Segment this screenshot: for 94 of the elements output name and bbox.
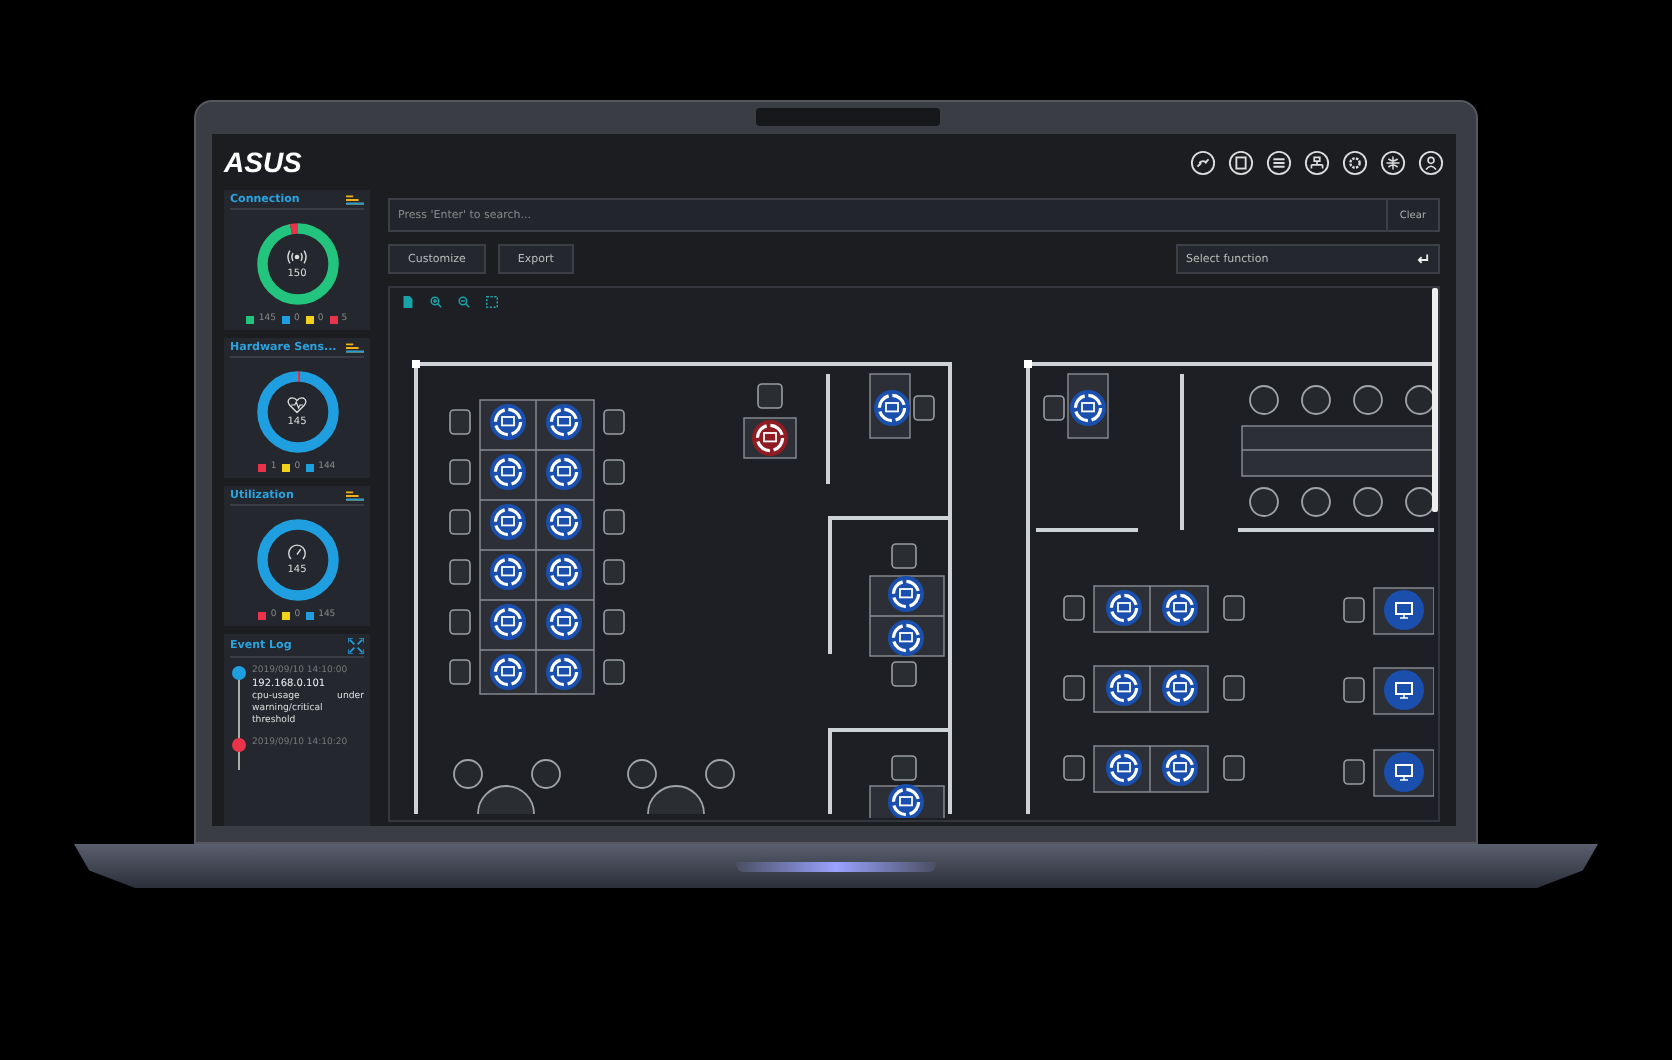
workstation-icon[interactable] bbox=[888, 620, 924, 656]
monitor-icon[interactable] bbox=[1384, 670, 1424, 710]
chair bbox=[449, 509, 471, 535]
chair bbox=[603, 509, 625, 535]
chair bbox=[449, 609, 471, 635]
workstation-icon[interactable] bbox=[1162, 670, 1198, 706]
globe-icon[interactable] bbox=[1380, 149, 1406, 175]
workstation-icon[interactable] bbox=[1106, 670, 1142, 706]
chair bbox=[757, 383, 783, 409]
chair bbox=[603, 559, 625, 585]
chair bbox=[1063, 675, 1085, 701]
select-area-icon[interactable] bbox=[486, 296, 498, 308]
workstation-icon[interactable] bbox=[490, 454, 526, 490]
chair bbox=[603, 609, 625, 635]
workstation-icon[interactable] bbox=[888, 576, 924, 612]
round-chair bbox=[453, 759, 483, 789]
chair bbox=[891, 543, 917, 569]
ring-gauge bbox=[251, 366, 343, 458]
round-chair bbox=[1301, 487, 1331, 517]
round-chair bbox=[1249, 385, 1279, 415]
zoom-in-icon[interactable] bbox=[430, 296, 442, 308]
workstation-icon[interactable] bbox=[546, 454, 582, 490]
chair bbox=[603, 409, 625, 435]
workstation-icon[interactable] bbox=[1106, 750, 1142, 786]
speedometer-icon bbox=[286, 544, 308, 562]
workstation-icon[interactable] bbox=[752, 420, 788, 456]
workstation-icon[interactable] bbox=[888, 784, 924, 818]
chair bbox=[1343, 677, 1365, 703]
ring-gauge bbox=[251, 514, 343, 606]
chair bbox=[603, 659, 625, 685]
workstation-icon[interactable] bbox=[546, 654, 582, 690]
chair bbox=[603, 459, 625, 485]
workstation-icon[interactable] bbox=[1070, 390, 1106, 426]
network-icon[interactable] bbox=[1304, 149, 1330, 175]
bar-chart-icon[interactable] bbox=[346, 194, 364, 206]
logo: ASUS bbox=[224, 146, 302, 178]
round-chair bbox=[1249, 487, 1279, 517]
wall-corner bbox=[412, 360, 420, 368]
chair bbox=[1063, 595, 1085, 621]
workstation-icon[interactable] bbox=[1162, 750, 1198, 786]
workstation-icon[interactable] bbox=[490, 604, 526, 640]
round-table bbox=[647, 785, 705, 815]
workstation-icon[interactable] bbox=[1106, 590, 1142, 626]
workstation-icon[interactable] bbox=[546, 604, 582, 640]
chair bbox=[449, 659, 471, 685]
round-chair bbox=[705, 759, 735, 789]
link-icon[interactable] bbox=[1190, 149, 1216, 175]
round-chair bbox=[1353, 487, 1383, 517]
chair bbox=[1223, 675, 1245, 701]
chair bbox=[891, 755, 917, 781]
monitor-icon[interactable] bbox=[1384, 752, 1424, 792]
chair bbox=[1223, 755, 1245, 781]
workstation-icon[interactable] bbox=[874, 390, 910, 426]
gear-icon[interactable] bbox=[1342, 149, 1368, 175]
chair bbox=[449, 409, 471, 435]
scrollbar-thumb[interactable] bbox=[1432, 288, 1438, 512]
round-chair bbox=[1353, 385, 1383, 415]
ring-gauge bbox=[251, 218, 343, 310]
zoom-out-icon[interactable] bbox=[458, 296, 470, 308]
round-chair bbox=[1405, 385, 1434, 415]
chair bbox=[1343, 759, 1365, 785]
workstation-icon[interactable] bbox=[490, 554, 526, 590]
round-table bbox=[477, 785, 535, 815]
round-chair bbox=[627, 759, 657, 789]
workstation-icon[interactable] bbox=[546, 404, 582, 440]
workstation-icon[interactable] bbox=[490, 404, 526, 440]
bar-chart-icon[interactable] bbox=[346, 342, 364, 354]
workstation-icon[interactable] bbox=[546, 504, 582, 540]
file-icon[interactable] bbox=[402, 296, 414, 308]
chair bbox=[891, 661, 917, 687]
round-chair bbox=[1301, 385, 1331, 415]
workstation-icon[interactable] bbox=[490, 504, 526, 540]
expand-icon[interactable] bbox=[348, 638, 364, 654]
round-chair bbox=[531, 759, 561, 789]
list-icon[interactable] bbox=[1266, 149, 1292, 175]
heart-pulse-icon bbox=[286, 396, 308, 414]
workstation-icon[interactable] bbox=[1162, 590, 1198, 626]
chair bbox=[1223, 595, 1245, 621]
chair bbox=[1343, 597, 1365, 623]
chair bbox=[449, 459, 471, 485]
monitor-icon[interactable] bbox=[1384, 590, 1424, 630]
chair bbox=[1063, 755, 1085, 781]
chair bbox=[1043, 395, 1065, 421]
user-icon[interactable] bbox=[1418, 149, 1444, 175]
round-chair bbox=[1405, 487, 1434, 517]
workstation-icon[interactable] bbox=[546, 554, 582, 590]
chair bbox=[913, 395, 935, 421]
chair bbox=[449, 559, 471, 585]
enter-icon bbox=[1416, 253, 1430, 265]
signal-icon bbox=[286, 248, 308, 266]
device-icon[interactable] bbox=[1228, 149, 1254, 175]
bar-chart-icon[interactable] bbox=[346, 490, 364, 502]
workstation-icon[interactable] bbox=[490, 654, 526, 690]
wall-corner bbox=[1024, 360, 1032, 368]
